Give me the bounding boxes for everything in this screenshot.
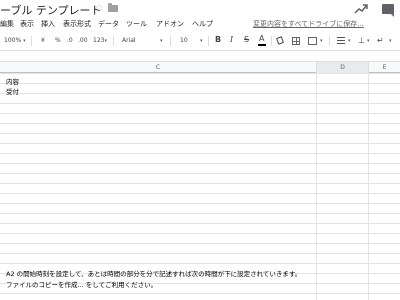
chevron-down-icon[interactable]: ▾ (320, 38, 323, 44)
menu-addons[interactable]: アドオン (156, 19, 184, 29)
horizontal-align-icon[interactable] (337, 37, 345, 45)
toolbar-divider (31, 36, 32, 46)
cell-note-start-time[interactable]: A2 の開始時刻を設定して、あとは時間の部分を分で記述すれば次の時間が下に設定さ… (6, 268, 301, 278)
menu-data[interactable]: データ (98, 19, 119, 29)
column-header-e[interactable]: E (369, 62, 400, 73)
column-header-d[interactable]: D (317, 62, 369, 73)
toolbar-divider (170, 36, 171, 46)
decrease-decimal-button[interactable]: .0 (67, 37, 73, 44)
document-title[interactable]: ーブル テンプレート (0, 2, 102, 18)
cell-grid[interactable] (0, 73, 400, 300)
italic-button[interactable]: I (230, 35, 233, 44)
cell-reception[interactable]: 受付 (6, 86, 19, 96)
cell-content-header[interactable]: 内容 (6, 76, 19, 86)
increase-decimal-button[interactable]: .00 (78, 37, 88, 44)
percent-button[interactable]: % (55, 37, 61, 44)
merge-cells-icon[interactable] (308, 37, 317, 45)
menu-bar: 編集 表示 挿入 表示形式 データ ツール アドオン ヘルプ 変更内容をすべてド… (0, 17, 400, 31)
comment-icon[interactable] (382, 4, 394, 17)
menu-help[interactable]: ヘルプ (192, 19, 213, 29)
toolbar-divider (329, 36, 330, 46)
menu-view[interactable]: 表示 (20, 19, 34, 29)
toolbar-divider (271, 36, 272, 46)
text-wrap-icon[interactable]: ↵ (377, 36, 384, 45)
more-formats-button[interactable]: 123▾ (93, 37, 107, 44)
fill-color-icon[interactable] (275, 36, 285, 45)
toolbar-divider (208, 36, 209, 46)
bold-button[interactable]: B (215, 35, 221, 44)
text-color-button[interactable]: A (259, 34, 264, 43)
borders-icon[interactable] (292, 37, 300, 45)
chevron-down-icon[interactable]: ▾ (348, 38, 351, 44)
save-status-link[interactable]: 変更内容をすべてドライブに保存... (253, 19, 364, 29)
column-headers: C D E (0, 61, 400, 73)
chevron-down-icon[interactable]: ▾ (367, 38, 370, 44)
font-select[interactable]: Arial (122, 37, 136, 44)
star-icon[interactable]: ☆ (95, 3, 104, 14)
toolbar-divider (113, 36, 114, 46)
chevron-down-icon[interactable]: ▾ (160, 38, 163, 44)
text-color-swatch (258, 44, 266, 46)
currency-button[interactable]: ¥ (41, 37, 45, 44)
strikethrough-button[interactable]: S (244, 35, 249, 44)
column-header-c[interactable]: C (0, 62, 317, 73)
title-bar: ーブル テンプレート ☆ (0, 0, 400, 17)
zoom-select[interactable]: 100% ▾ (4, 37, 26, 44)
menu-tools[interactable]: ツール (126, 19, 147, 29)
chevron-down-icon[interactable]: ▾ (389, 38, 392, 44)
folder-icon[interactable] (108, 3, 118, 12)
menu-insert[interactable]: 挿入 (41, 19, 55, 29)
menu-format[interactable]: 表示形式 (63, 19, 91, 29)
cell-note-copy[interactable]: ファイルのコピーを作成... をしてご利用ください。 (6, 279, 157, 289)
spreadsheet-app: ーブル テンプレート ☆ 編集 表示 挿入 表示形式 データ ツール アドオン … (0, 0, 400, 300)
trending-up-icon[interactable] (354, 3, 368, 15)
vertical-align-icon[interactable]: ⊥ (358, 36, 365, 45)
font-size-select[interactable]: 10 (180, 37, 188, 44)
chevron-down-icon[interactable]: ▾ (200, 38, 203, 44)
toolbar: 100% ▾ ¥ % .0 .00 123▾ Arial ▾ 10 ▾ B I … (0, 31, 400, 51)
menu-edit[interactable]: 編集 (0, 19, 14, 29)
